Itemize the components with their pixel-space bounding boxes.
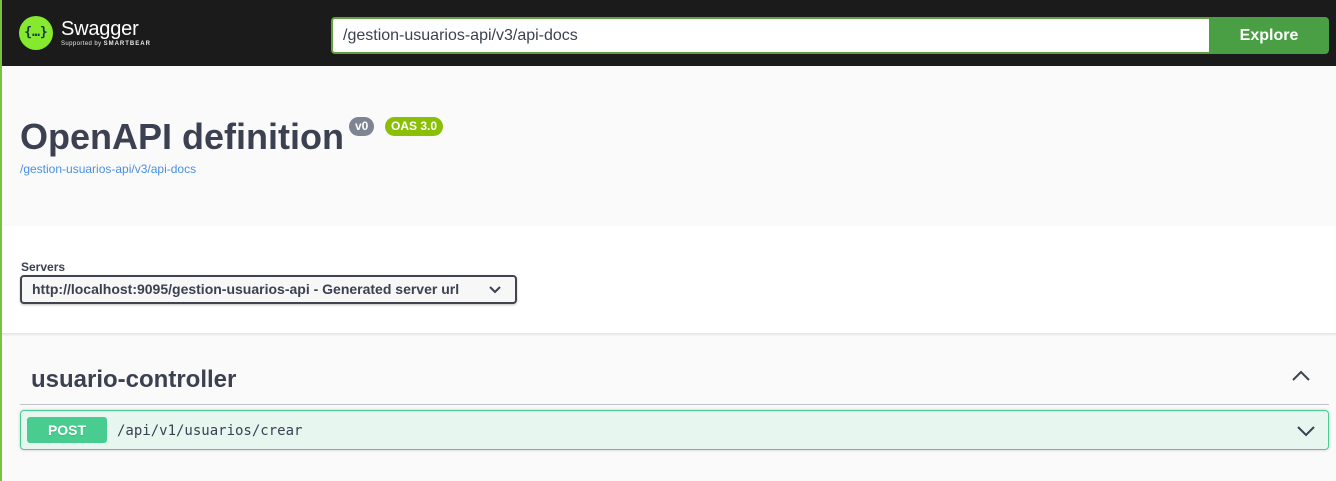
operation-path: /api/v1/usuarios/crear (117, 423, 303, 439)
explore-button[interactable]: Explore (1209, 17, 1329, 54)
method-badge: POST (27, 417, 107, 443)
oas-badge: OAS 3.0 (385, 117, 444, 136)
chevron-up-icon[interactable] (1291, 366, 1311, 386)
info-section: OpenAPI definition v0 OAS 3.0 /gestion-u… (0, 66, 1336, 226)
swagger-logo-icon: {…} (19, 16, 53, 50)
left-edge-accent (0, 0, 2, 481)
operation-post-crear[interactable]: POST /api/v1/usuarios/crear (20, 410, 1329, 450)
page-title: OpenAPI definition (20, 116, 344, 157)
brand-sub: Supported by SMARTBEAR (61, 41, 151, 47)
servers-label: Servers (21, 260, 66, 274)
server-select[interactable]: http://localhost:9095/gestion-usuarios-a… (20, 275, 517, 304)
chevron-down-icon (489, 277, 501, 311)
top-bar: {…} Swagger Supported by SMARTBEAR Explo… (0, 0, 1336, 66)
version-badge: v0 (349, 117, 375, 136)
tag-header[interactable]: usuario-controller (20, 352, 1329, 405)
server-select-value: http://localhost:9095/gestion-usuarios-a… (32, 281, 460, 297)
chevron-down-icon[interactable] (1296, 421, 1316, 441)
spec-link[interactable]: /gestion-usuarios-api/v3/api-docs (20, 162, 196, 176)
brand-name: Swagger (61, 18, 139, 40)
spec-url-input[interactable] (331, 17, 1209, 54)
swagger-logo[interactable]: {…} Swagger Supported by SMARTBEAR (19, 16, 151, 50)
brand-text: Swagger Supported by SMARTBEAR (61, 19, 151, 47)
servers-section: Servers http://localhost:9095/gestion-us… (0, 226, 1336, 334)
tag-title: usuario-controller (31, 366, 237, 393)
